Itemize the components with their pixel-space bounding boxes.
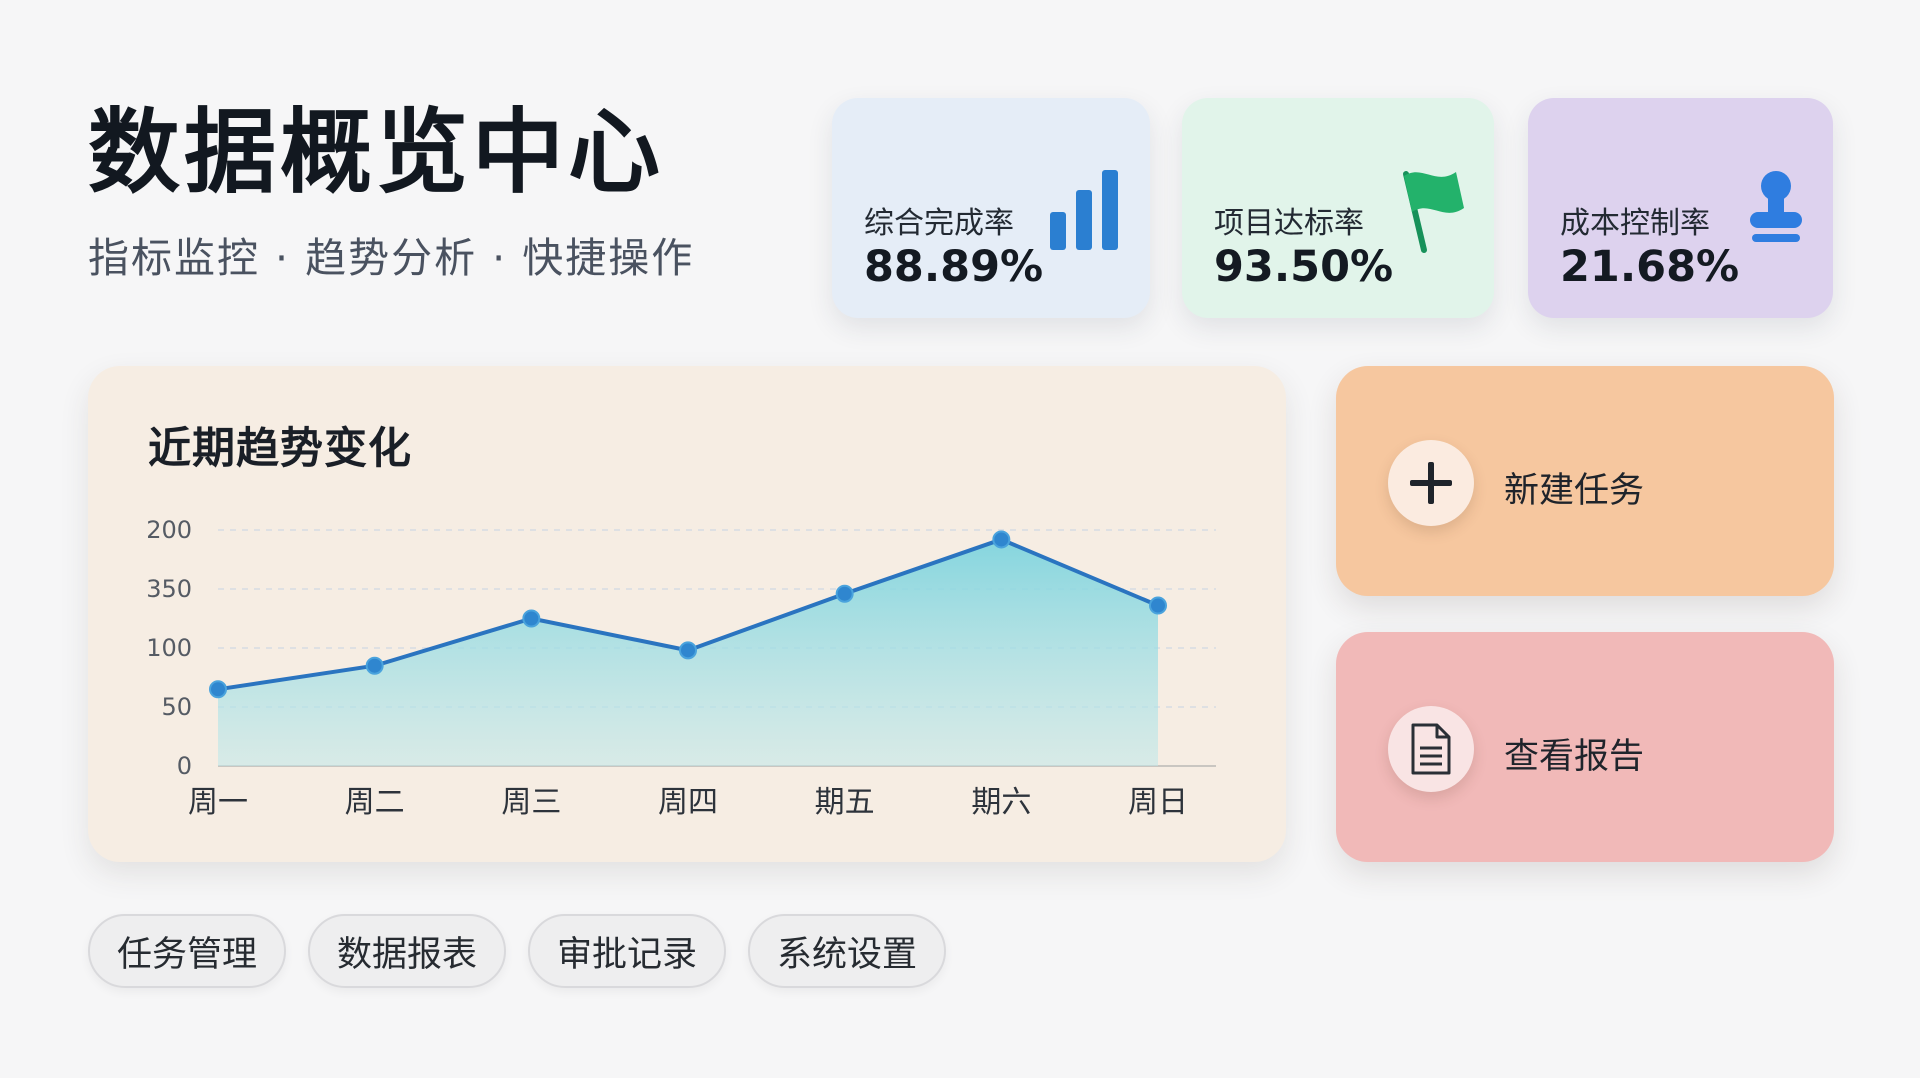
kpi-card-completion-rate[interactable]: 综合完成率 88.89% — [832, 98, 1150, 318]
view-report-button[interactable]: 查看报告 — [1336, 632, 1834, 862]
new-task-button[interactable]: 新建任务 — [1336, 366, 1834, 596]
document-icon-circle — [1388, 706, 1474, 792]
page-header: 数据概览中心 指标监控 · 趋势分析 · 快捷操作 — [88, 100, 694, 284]
kpi-value: 88.89% — [864, 242, 1044, 292]
y-tick-label: 50 — [161, 693, 192, 721]
x-tick-label: 周日 — [1128, 785, 1188, 820]
x-tick-label: 周一 — [188, 785, 248, 820]
flag-icon — [1403, 171, 1464, 253]
x-tick-label: 周二 — [345, 785, 405, 820]
plus-icon-circle — [1388, 440, 1474, 526]
nav-system-settings[interactable]: 系统设置 — [748, 914, 946, 988]
view-report-label: 查看报告 — [1504, 737, 1645, 777]
data-point[interactable] — [992, 530, 1011, 549]
y-tick-label: 100 — [146, 634, 192, 662]
trend-chart: 0 50 100 350 200 周一 周二 周三 周四 期五 期六 周日 — [146, 516, 1216, 820]
kpi-label: 项目达标率 — [1214, 206, 1364, 241]
nav-task-management[interactable]: 任务管理 — [88, 914, 286, 988]
stamp-icon — [1750, 171, 1802, 242]
x-tick-label: 期五 — [815, 785, 875, 820]
x-tick-label: 周四 — [658, 785, 718, 820]
kpi-value: 21.68% — [1560, 242, 1740, 292]
nav-data-reports[interactable]: 数据报表 — [308, 914, 506, 988]
data-point[interactable] — [522, 609, 541, 628]
x-tick-label: 周三 — [501, 785, 561, 820]
y-tick-label: 350 — [146, 575, 192, 603]
data-point[interactable] — [1149, 596, 1167, 615]
trend-chart-card: 近期趋势变化 0 50 100 350 200 周一 周二 周三 周四 期五 期六 周日 — [88, 366, 1286, 862]
data-point[interactable] — [835, 584, 854, 603]
kpi-card-target-rate[interactable]: 项目达标率 93.50% — [1182, 98, 1494, 318]
nav-approval-records[interactable]: 审批记录 — [528, 914, 726, 988]
data-point[interactable] — [209, 680, 227, 699]
x-tick-label: 期六 — [971, 785, 1031, 820]
new-task-label: 新建任务 — [1504, 471, 1645, 511]
kpi-card-cost-control-rate[interactable]: 成本控制率 21.68% — [1528, 98, 1833, 318]
document-icon — [1411, 723, 1451, 775]
quick-nav: 任务管理 数据报表 审批记录 系统设置 — [88, 914, 946, 988]
page-title: 数据概览中心 — [88, 99, 665, 206]
data-point[interactable] — [679, 641, 697, 660]
plus-icon — [1410, 462, 1452, 504]
kpi-label: 综合完成率 — [864, 206, 1014, 241]
page-subtitle: 指标监控 · 趋势分析 · 快捷操作 — [88, 233, 695, 282]
kpi-value: 93.50% — [1214, 242, 1394, 292]
kpi-label: 成本控制率 — [1560, 206, 1710, 241]
data-point[interactable] — [365, 656, 384, 675]
y-tick-label: 200 — [146, 516, 192, 544]
bar-chart-icon — [1050, 170, 1118, 250]
y-tick-label: 0 — [177, 752, 192, 780]
